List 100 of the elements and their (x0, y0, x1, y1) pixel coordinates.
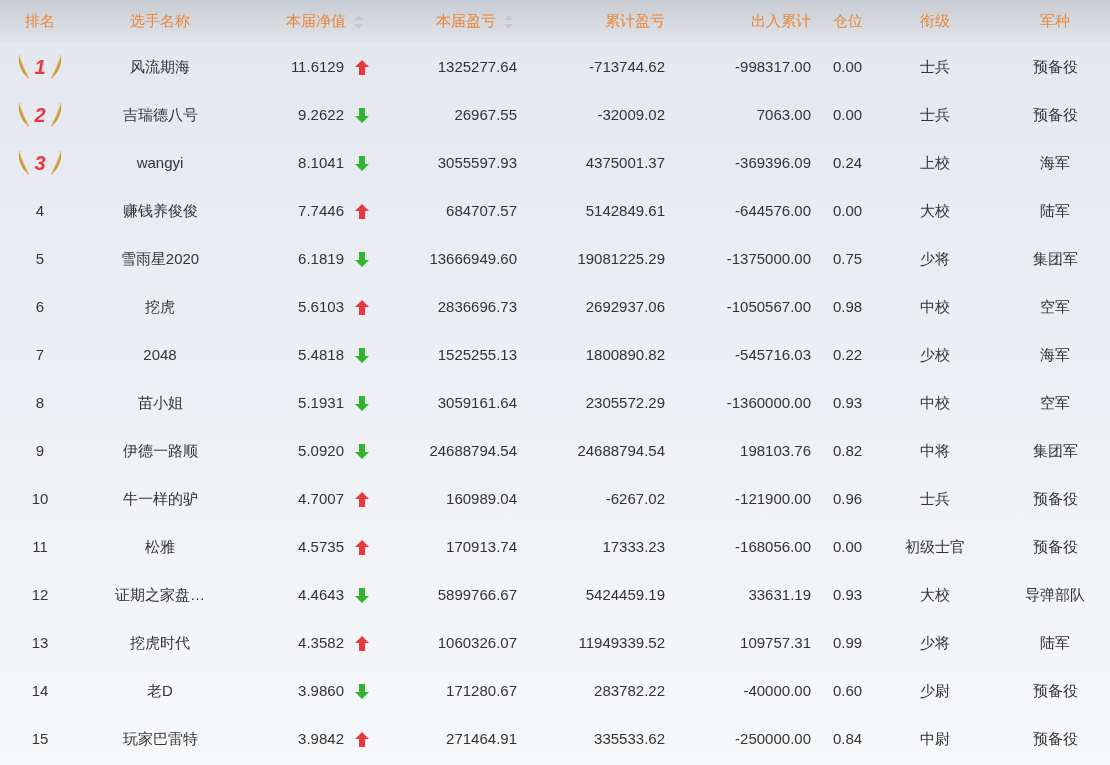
rank-number: 2 (34, 103, 46, 128)
player-name[interactable]: 牛一样的驴 (122, 487, 198, 511)
net-value: 3.9860 (298, 680, 344, 701)
cash-flow: 109757.31 (740, 632, 811, 653)
total-profit: 1800890.82 (585, 344, 665, 365)
service-branch: 预备役 (1032, 488, 1078, 509)
net-value: 5.1931 (298, 392, 344, 413)
cash-flow: 198103.76 (740, 440, 811, 461)
wing-icon (17, 150, 32, 176)
rank-title: 少将 (920, 632, 950, 653)
rank-number: 11 (32, 536, 48, 557)
player-name[interactable]: 2048 (143, 343, 177, 367)
rank-number: 10 (31, 488, 49, 509)
player-name[interactable]: 证期之家盘… (115, 583, 205, 607)
session-profit: 1525255.13 (437, 344, 517, 365)
player-name[interactable]: 松雅 (145, 535, 175, 559)
player-name[interactable]: 吉瑞德八号 (122, 103, 198, 127)
total-profit: -6267.02 (605, 488, 665, 509)
position-ratio: 0.00 (832, 56, 863, 77)
player-name[interactable]: 挖虎时代 (130, 631, 190, 655)
net-value: 7.7446 (298, 200, 344, 221)
rank-number: 1 (34, 55, 46, 80)
rank-title: 士兵 (920, 56, 950, 77)
session-profit: 13666949.60 (429, 248, 517, 269)
service-branch: 预备役 (1032, 536, 1078, 557)
session-profit: 271464.91 (446, 728, 517, 749)
player-name[interactable]: 赚钱养俊俊 (122, 199, 198, 223)
wing-icon (17, 102, 32, 128)
session-profit: 5899766.67 (437, 584, 517, 605)
position-ratio: 0.99 (832, 632, 863, 653)
cash-flow: -121900.00 (735, 488, 811, 509)
player-name[interactable]: 风流期海 (130, 55, 190, 79)
service-branch: 预备役 (1032, 728, 1078, 749)
rank-number: 13 (31, 632, 49, 653)
total-profit: 24688794.54 (577, 440, 665, 461)
total-profit: 11949339.52 (578, 632, 665, 653)
rank-number: 7 (35, 344, 45, 365)
cash-flow: -250000.00 (735, 728, 811, 749)
player-name[interactable]: 雪雨星2020 (120, 247, 200, 271)
player-name[interactable]: 老D (147, 679, 173, 703)
session-profit: 170913.74 (446, 536, 517, 557)
total-profit: 5142849.61 (585, 200, 665, 221)
position-ratio: 0.00 (832, 536, 863, 557)
session-profit: 24688794.54 (429, 440, 517, 461)
player-name[interactable]: 玩家巴雷特 (122, 727, 198, 751)
net-value: 8.1041 (298, 152, 344, 173)
position-ratio: 0.82 (832, 440, 863, 461)
column-header: 出入累计 (751, 11, 811, 32)
rank-title: 初级士官 (905, 536, 965, 557)
rank-number: 3 (34, 151, 46, 176)
cash-flow: -40000.00 (743, 680, 811, 701)
player-name[interactable]: 挖虎 (145, 295, 175, 319)
rank-number: 14 (31, 680, 49, 701)
position-ratio: 0.00 (832, 104, 863, 125)
service-branch: 预备役 (1032, 680, 1078, 701)
rank-title: 大校 (920, 200, 950, 221)
net-value: 6.1819 (298, 248, 344, 269)
position-ratio: 0.75 (832, 248, 863, 269)
service-branch: 预备役 (1032, 104, 1078, 125)
column-header: 衔级 (920, 11, 950, 32)
column-header: 排名 (25, 11, 55, 32)
column-header: 累计盈亏 (605, 11, 665, 32)
rank-number: 6 (35, 296, 45, 317)
rank-title: 少校 (920, 344, 950, 365)
service-branch: 海军 (1040, 344, 1070, 365)
cash-flow: 33631.19 (748, 584, 811, 605)
rank-number: 5 (35, 248, 45, 269)
column-header: 仓位 (832, 11, 863, 32)
service-branch: 集团军 (1032, 440, 1078, 461)
cash-flow: -1360000.00 (726, 392, 811, 413)
total-profit: 2305572.29 (585, 392, 665, 413)
service-branch: 预备役 (1032, 56, 1078, 77)
service-branch: 空军 (1040, 392, 1070, 413)
position-ratio: 0.84 (832, 728, 863, 749)
cash-flow: -168056.00 (735, 536, 811, 557)
player-name[interactable]: 伊德一路顺 (122, 439, 198, 463)
net-value: 5.0920 (298, 440, 344, 461)
cash-flow: -545716.03 (735, 344, 811, 365)
wing-icon (48, 54, 63, 80)
rank-title: 上校 (920, 152, 950, 173)
position-ratio: 0.93 (832, 584, 863, 605)
cash-flow: -644576.00 (735, 200, 811, 221)
net-value: 4.3582 (298, 632, 344, 653)
net-value: 3.9842 (298, 728, 344, 749)
rank-title: 中将 (920, 440, 950, 461)
total-profit: 5424459.19 (585, 584, 665, 605)
position-ratio: 0.24 (832, 152, 863, 173)
position-ratio: 0.00 (832, 200, 863, 221)
service-branch: 导弹部队 (1025, 584, 1085, 605)
service-branch: 陆军 (1040, 200, 1070, 221)
player-name[interactable]: wangyi (136, 151, 184, 175)
position-ratio: 0.98 (832, 296, 863, 317)
rank-number: 8 (35, 392, 45, 413)
net-value: 4.7007 (298, 488, 344, 509)
service-branch: 海军 (1040, 152, 1070, 173)
position-ratio: 0.60 (832, 680, 863, 701)
player-name[interactable]: 苗小姐 (137, 391, 183, 415)
net-value: 4.4643 (298, 584, 344, 605)
total-profit: 4375001.37 (585, 152, 665, 173)
session-profit: 26967.55 (454, 104, 517, 125)
